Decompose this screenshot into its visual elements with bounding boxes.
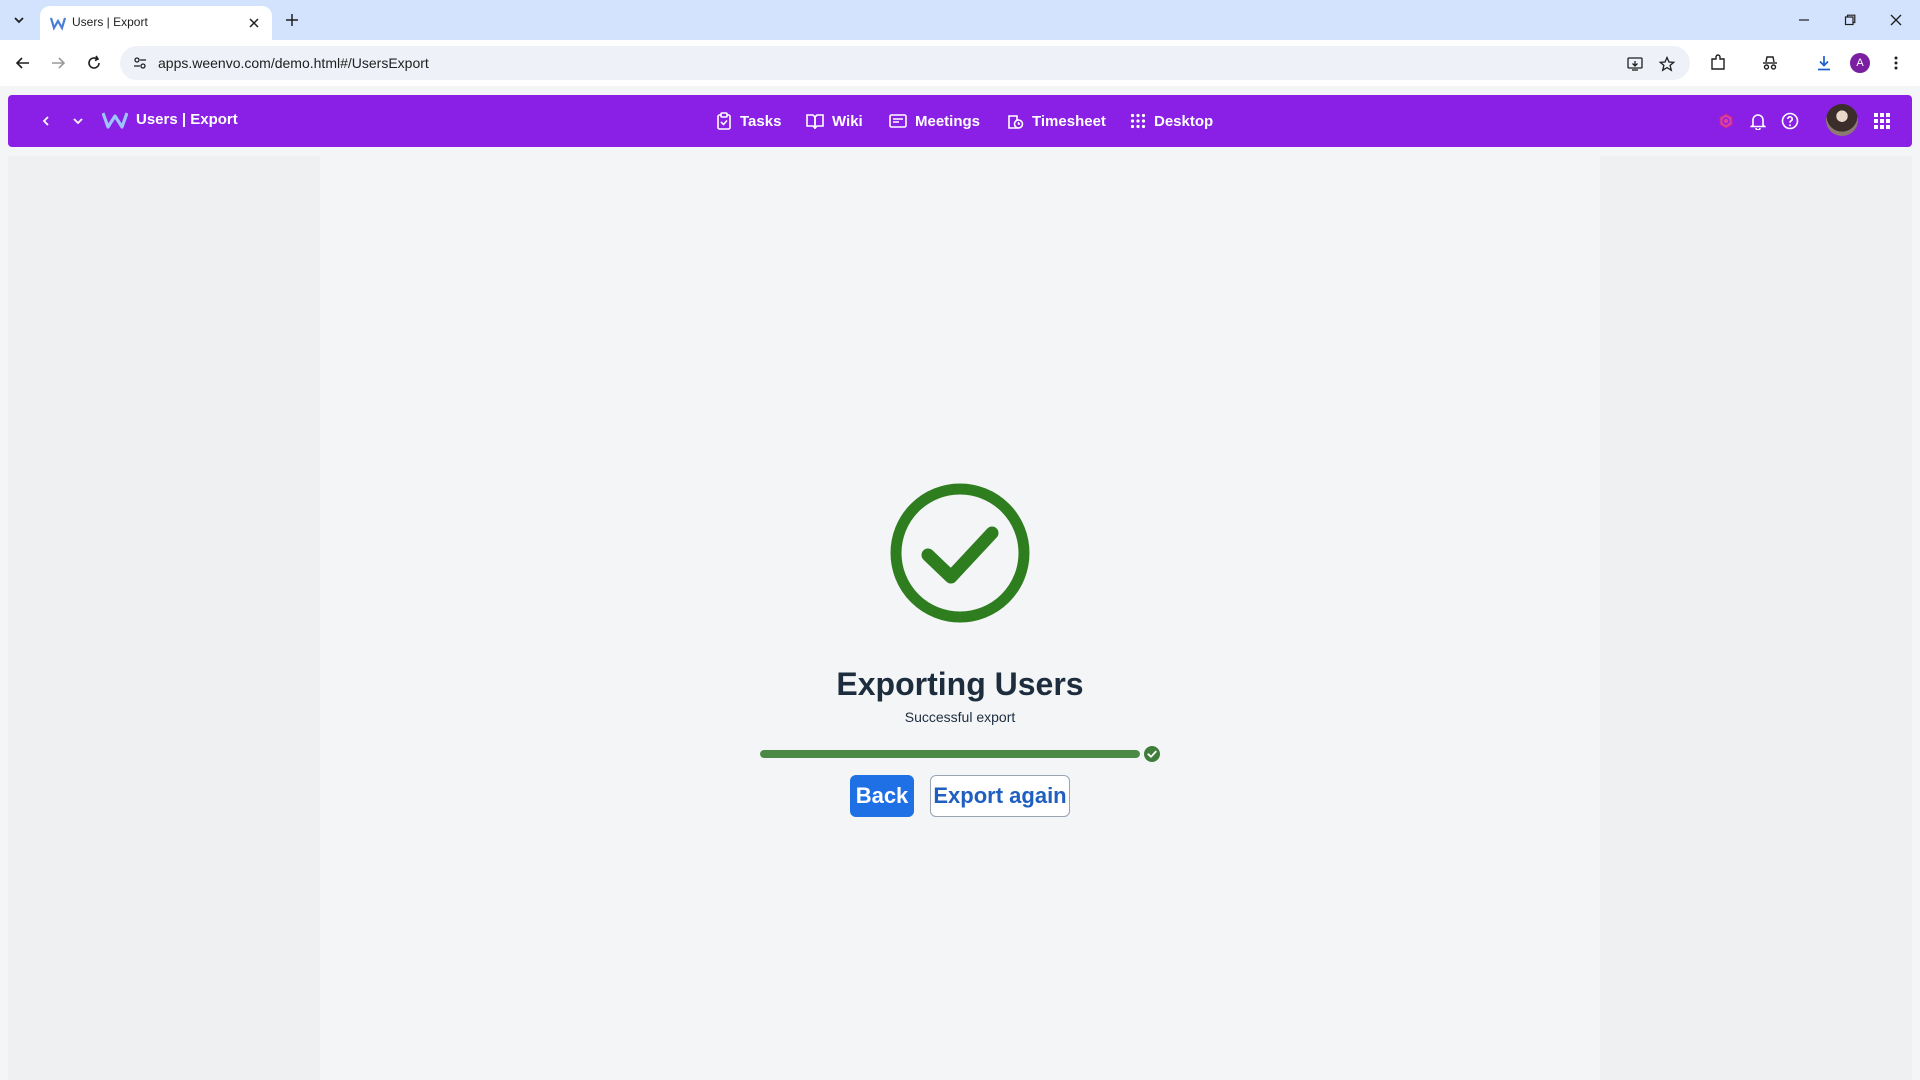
page-viewport: Users | Export Tasks Wiki Meetings Times…	[0, 86, 1920, 1080]
nav-tasks-label: Tasks	[740, 112, 782, 130]
back-arrow-icon[interactable]	[9, 49, 37, 77]
weenvo-logo-icon[interactable]	[102, 110, 128, 130]
nav-tasks[interactable]: Tasks	[716, 108, 781, 134]
clipboard-icon	[717, 112, 731, 130]
minimize-icon[interactable]	[1790, 8, 1818, 32]
tab-title: Users | Export	[72, 15, 148, 29]
nav-timesheet[interactable]: Timesheet	[1006, 108, 1106, 134]
left-side-panel	[8, 156, 320, 1080]
tab-close-icon[interactable]	[244, 13, 264, 33]
grid-icon	[1130, 113, 1146, 129]
notifications-bell-icon[interactable]	[1746, 109, 1770, 133]
nav-dropdown-chevron-icon[interactable]	[66, 109, 90, 133]
nav-back-chevron-icon[interactable]	[34, 109, 58, 133]
status-hexagon-icon[interactable]	[1714, 109, 1738, 133]
nav-wiki[interactable]: Wiki	[806, 108, 863, 134]
browser-toolbar: apps.weenvo.com/demo.html#/UsersExport A	[0, 40, 1920, 86]
nav-desktop-label: Desktop	[1154, 112, 1214, 130]
url-text: apps.weenvo.com/demo.html#/UsersExport	[158, 55, 429, 71]
progress-complete-check-icon	[1144, 746, 1160, 762]
browser-tab[interactable]: Users | Export	[40, 6, 272, 40]
user-avatar[interactable]	[1826, 104, 1858, 136]
success-checkmark-icon	[890, 483, 1030, 623]
browser-tabstrip: Users | Export	[0, 0, 1920, 40]
app-header: Users | Export Tasks Wiki Meetings Times…	[8, 95, 1912, 147]
apps-launcher-icon[interactable]	[1870, 109, 1894, 133]
restore-icon[interactable]	[1836, 8, 1864, 32]
weenvo-favicon-icon	[50, 17, 66, 31]
address-bar[interactable]: apps.weenvo.com/demo.html#/UsersExport	[120, 46, 1690, 80]
help-icon[interactable]	[1778, 109, 1802, 133]
back-button[interactable]: Back	[850, 775, 914, 817]
book-icon	[806, 114, 824, 129]
close-window-icon[interactable]	[1882, 8, 1910, 32]
forward-arrow-icon[interactable]	[44, 49, 72, 77]
export-progress-fill	[760, 750, 1140, 758]
tab-search-chevron-icon[interactable]	[6, 8, 32, 32]
timesheet-icon	[1008, 115, 1024, 129]
install-app-icon[interactable]	[1624, 53, 1646, 75]
export-result-panel: Exporting Users Successful export Back E…	[320, 156, 1600, 1080]
nav-timesheet-label: Timesheet	[1032, 112, 1106, 130]
app-title: Users | Export	[136, 111, 238, 128]
downloads-icon[interactable]	[1812, 51, 1836, 75]
nav-desktop[interactable]: Desktop	[1130, 108, 1213, 134]
nav-meetings-label: Meetings	[915, 112, 981, 130]
incognito-icon[interactable]	[1758, 51, 1782, 75]
new-tab-icon[interactable]	[280, 8, 304, 32]
reload-icon[interactable]	[80, 49, 108, 77]
browser-menu-icon[interactable]	[1884, 51, 1908, 75]
export-heading: Exporting Users	[836, 666, 1084, 702]
extensions-icon[interactable]	[1706, 51, 1730, 75]
right-side-panel	[1600, 156, 1912, 1080]
profile-avatar-icon[interactable]: A	[1848, 51, 1872, 75]
export-again-button[interactable]: Export again	[930, 775, 1070, 817]
nav-wiki-label: Wiki	[832, 112, 863, 130]
profile-initial: A	[1850, 53, 1870, 73]
bookmark-star-icon[interactable]	[1656, 53, 1678, 75]
site-settings-icon[interactable]	[130, 53, 150, 73]
export-progress-bar	[760, 750, 1140, 758]
export-status-text: Successful export	[904, 709, 1016, 725]
meetings-icon	[889, 114, 907, 128]
nav-meetings[interactable]: Meetings	[889, 108, 980, 134]
